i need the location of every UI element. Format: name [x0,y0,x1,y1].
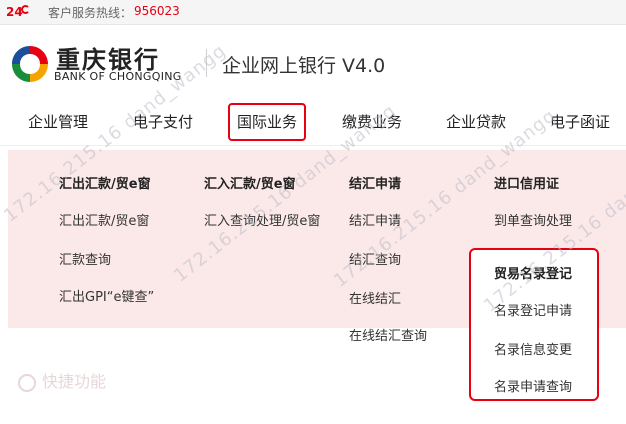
menu-link-registry-change[interactable]: 名录信息变更 [494,339,572,358]
menu-heading-import-lc: 进口信用证 [494,177,560,192]
menu-link-gpi-query[interactable]: 汇出GPI“e键查” [59,286,154,305]
nav-item-e-confirmation[interactable]: 电子函证 [550,103,610,141]
hotline-number: 956023 [134,4,180,18]
nav-divider [0,145,626,146]
quick-functions-icon [18,373,36,392]
menu-link-outward-remittance[interactable]: 汇出汇款/贸e窗 [59,210,149,229]
menu-heading-outward-remittance: 汇出汇款/贸e窗 [59,177,151,192]
top-bar: 24 客户服务热线： 956023 [0,0,626,25]
menu-link-registry-apply[interactable]: 名录登记申请 [494,300,572,319]
nav-item-e-payment[interactable]: 电子支付 [133,103,193,141]
nav-item-enterprise-loans[interactable]: 企业贷款 [446,103,506,141]
menu-link-fx-settlement-apply[interactable]: 结汇申请 [349,210,401,229]
menu-link-inward-query-processing[interactable]: 汇入查询处理/贸e窗 [204,210,320,229]
menu-heading-inward-remittance: 汇入汇款/贸e窗 [204,177,296,192]
bank-name-en: BANK OF CHONGQING [54,70,182,83]
hotline-label: 客户服务热线： [48,6,133,20]
bank-logo-icon [12,46,48,82]
nav-item-international-business[interactable]: 国际业务 [228,103,307,141]
nav-item-enterprise-management[interactable]: 企业管理 [28,103,88,141]
menu-link-online-settlement[interactable]: 在线结汇 [349,288,401,307]
menu-heading-trade-registry: 贸易名录登记 [494,267,573,282]
portal-title: 企业网上银行 V4.0 [222,55,386,77]
nav-item-bill-payment[interactable]: 缴费业务 [342,103,402,141]
main-nav: 企业管理 电子支付 国际业务 缴费业务 企业贷款 电子函证 [0,103,626,143]
menu-link-fx-settlement-query[interactable]: 结汇查询 [349,249,401,268]
menu-heading-fx-settlement: 结汇申请 [349,177,402,192]
quick-functions-background: 快捷功能 [18,368,106,392]
menu-link-registry-query[interactable]: 名录申请查询 [494,376,572,395]
menu-link-remittance-query[interactable]: 汇款查询 [59,249,111,268]
menu-link-online-settlement-query[interactable]: 在线结汇查询 [349,325,427,344]
header-divider [206,49,207,77]
menu-link-documents-arrival-query[interactable]: 到单查询处理 [494,210,572,229]
24-hour-service-icon: 24 [6,4,30,20]
